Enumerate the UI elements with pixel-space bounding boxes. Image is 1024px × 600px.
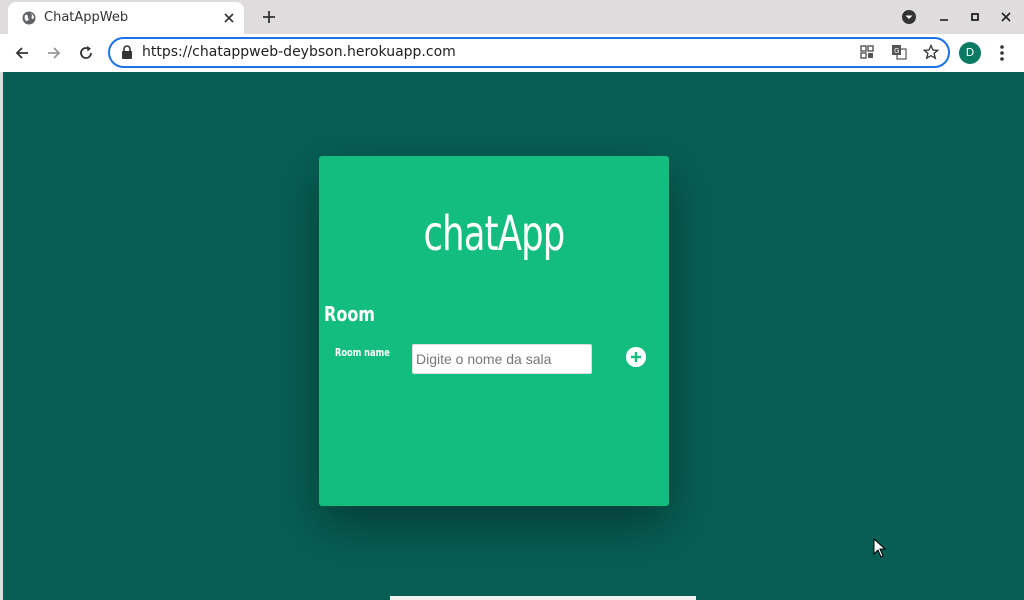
tab-title: ChatAppWeb [44, 10, 129, 25]
app-logo: chatApp [423, 206, 566, 262]
page-background: chatApp Room Room name [3, 72, 1024, 600]
room-heading: Room [324, 302, 375, 326]
bottom-strip [390, 596, 696, 600]
profile-avatar[interactable]: D [959, 42, 981, 64]
room-name-label: Room name [335, 346, 390, 359]
bookmark-star-icon[interactable] [923, 44, 939, 60]
back-arrow-icon[interactable] [13, 44, 31, 62]
add-room-button[interactable] [626, 347, 646, 367]
close-tab-icon[interactable] [222, 11, 236, 25]
address-bar[interactable]: https://chatappweb-deybson.herokuapp.com… [108, 37, 950, 68]
reload-icon[interactable] [77, 44, 95, 62]
minimize-icon[interactable] [936, 9, 952, 25]
tab-chatappweb[interactable]: ChatAppWeb [8, 2, 244, 34]
new-tab-icon[interactable] [260, 8, 278, 26]
tab-search-icon[interactable] [901, 9, 917, 25]
svg-text:G: G [894, 47, 899, 55]
plus-icon [626, 347, 646, 367]
translate-icon[interactable]: G [891, 44, 907, 60]
mouse-cursor-icon [873, 538, 887, 558]
maximize-icon[interactable] [967, 9, 983, 25]
more-menu-icon[interactable] [994, 43, 1010, 63]
room-card: chatApp Room Room name [319, 156, 669, 506]
globe-icon [22, 11, 36, 25]
browser-toolbar: https://chatappweb-deybson.herokuapp.com… [0, 34, 1024, 72]
lock-icon[interactable] [121, 45, 133, 59]
close-window-icon[interactable] [998, 9, 1014, 25]
tab-strip: ChatAppWeb [0, 0, 1024, 34]
qr-code-icon[interactable] [859, 44, 875, 60]
forward-arrow-icon[interactable] [45, 44, 63, 62]
url-text[interactable]: https://chatappweb-deybson.herokuapp.com [142, 44, 456, 60]
room-name-input[interactable] [412, 344, 592, 374]
